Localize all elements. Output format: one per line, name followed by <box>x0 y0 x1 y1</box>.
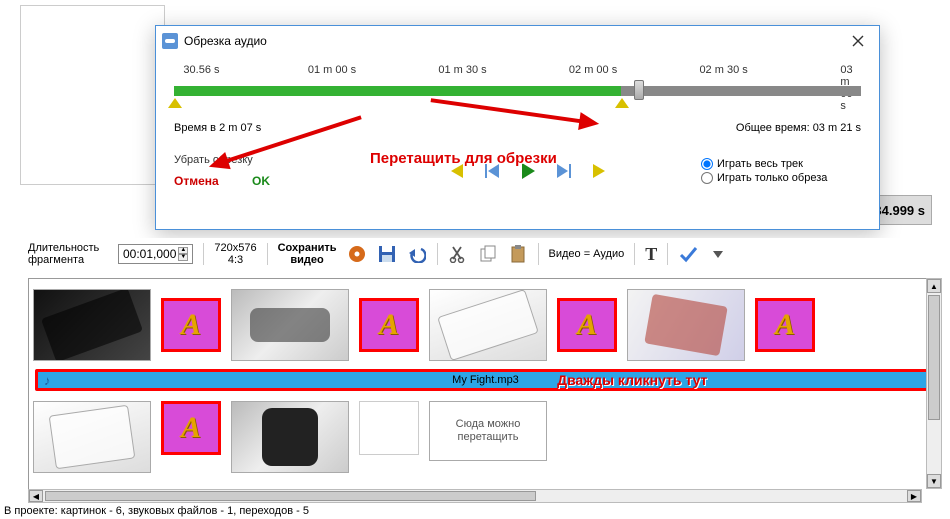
cancel-button[interactable]: Отмена <box>174 174 219 188</box>
ok-button[interactable]: OK <box>252 174 270 188</box>
radio-play-all-input[interactable] <box>701 158 713 170</box>
undo-icon <box>408 245 426 263</box>
transition-a-icon: A <box>577 308 597 342</box>
radio-play-all-label: Играть весь трек <box>717 158 803 170</box>
trim-end-icon <box>593 164 607 178</box>
annotation-drag: Перетащить для обрезки <box>370 150 557 167</box>
trim-end-handle[interactable] <box>615 98 629 108</box>
thumbnail-row: A A A A <box>29 279 942 365</box>
apply-icon <box>678 244 698 264</box>
scroll-right-button[interactable]: ▶ <box>907 490 921 502</box>
resolution-display[interactable]: 720x5764:3 <box>214 242 256 266</box>
separator <box>667 243 668 265</box>
next-button[interactable] <box>555 162 573 180</box>
image-thumbnail[interactable] <box>33 289 151 361</box>
close-button[interactable] <box>843 30 873 52</box>
scroll-up-button[interactable]: ▲ <box>927 279 941 293</box>
audio-filename: My Fight.mp3 <box>452 374 519 386</box>
audio-trim-dialog: Обрезка аудио 30.56 s 01 m 00 s 01 m 30 … <box>155 25 880 230</box>
cut-button[interactable] <box>448 244 468 264</box>
transition-thumbnail[interactable]: A <box>755 298 815 352</box>
tick-label: 01 m 00 s <box>308 64 356 76</box>
separator <box>203 243 204 265</box>
timeline-panel: A A A A ♪ My Fight.mp3 Дважды кликнуть т… <box>28 278 942 489</box>
duration-label: Длительность фрагмента <box>28 242 108 266</box>
time-ruler: 30.56 s 01 m 00 s 01 m 30 s 02 m 00 s 02… <box>174 64 861 80</box>
transition-thumbnail[interactable]: A <box>161 401 221 455</box>
scroll-thumb[interactable] <box>928 295 940 420</box>
transition-thumbnail[interactable]: A <box>161 298 221 352</box>
annotation-dblclick: Дважды кликнуть тут <box>557 372 707 388</box>
trim-track[interactable] <box>174 84 861 98</box>
scroll-thumb[interactable] <box>45 491 536 501</box>
vertical-scrollbar[interactable]: ▲ ▼ <box>926 278 942 489</box>
separator <box>634 243 635 265</box>
tick-label: 02 m 00 s <box>569 64 617 76</box>
video-audio-toggle[interactable]: Видео = Аудио <box>549 248 625 260</box>
scroll-down-button[interactable]: ▼ <box>927 474 941 488</box>
status-bar: В проекте: картинок - 6, звуковых файлов… <box>4 503 309 519</box>
image-thumbnail[interactable] <box>429 289 547 361</box>
copy-icon <box>479 245 497 263</box>
thumbnail-row-2: A Сюда можно перетащить <box>29 395 942 479</box>
copy-button[interactable] <box>478 244 498 264</box>
undo-button[interactable] <box>407 244 427 264</box>
duration-up[interactable]: ▲ <box>178 247 188 254</box>
apply-button[interactable] <box>678 244 698 264</box>
preview-panel <box>20 5 165 185</box>
tick-label: 01 m 30 s <box>438 64 486 76</box>
save-disk-icon <box>378 245 396 263</box>
transition-a-icon: A <box>181 411 201 445</box>
selection-time: Время в 2 m 07 s <box>174 122 261 134</box>
tick-label: 30.56 s <box>183 64 219 76</box>
jump-end-button[interactable] <box>591 162 609 180</box>
save-button[interactable] <box>377 244 397 264</box>
music-note-icon: ♪ <box>44 373 51 388</box>
text-button[interactable]: T <box>645 244 657 265</box>
dialog-titlebar[interactable]: Обрезка аудио <box>156 26 879 56</box>
horizontal-scrollbar[interactable]: ◀ ▶ <box>28 489 922 503</box>
next-icon <box>557 164 571 178</box>
duration-value: 00:01,000 <box>123 247 176 261</box>
transition-a-icon: A <box>181 308 201 342</box>
transition-thumbnail[interactable]: A <box>359 298 419 352</box>
radio-play-all[interactable]: Играть весь трек <box>701 158 861 170</box>
image-thumbnail[interactable] <box>231 289 349 361</box>
tick-label: 02 m 30 s <box>699 64 747 76</box>
image-thumbnail[interactable] <box>33 401 151 473</box>
dialog-title: Обрезка аудио <box>184 34 843 48</box>
track-selection <box>174 86 621 96</box>
scroll-left-button[interactable]: ◀ <box>29 490 43 502</box>
playhead[interactable] <box>634 80 644 100</box>
main-toolbar: Длительность фрагмента 00:01,000 ▲▼ 720x… <box>28 238 922 270</box>
burn-icon <box>348 245 366 263</box>
trim-start-handle[interactable] <box>168 98 182 108</box>
separator <box>437 243 438 265</box>
paste-icon <box>509 245 527 263</box>
save-video-button[interactable]: Сохранить видео <box>278 242 337 266</box>
image-thumbnail[interactable] <box>231 401 349 473</box>
paste-button[interactable] <box>508 244 528 264</box>
transition-thumbnail[interactable]: A <box>557 298 617 352</box>
chevron-down-icon <box>713 249 723 259</box>
burn-button[interactable] <box>347 244 367 264</box>
transition-a-icon: A <box>775 308 795 342</box>
cut-icon <box>449 245 467 263</box>
duration-down[interactable]: ▼ <box>178 254 188 261</box>
image-thumbnail[interactable] <box>627 289 745 361</box>
drop-target[interactable]: Сюда можно перетащить <box>429 401 547 461</box>
close-icon <box>852 35 864 47</box>
dropdown-button[interactable] <box>708 244 728 264</box>
transition-a-icon: A <box>379 308 399 342</box>
audio-track[interactable]: ♪ My Fight.mp3 Дважды кликнуть тут <box>35 369 936 391</box>
separator <box>538 243 539 265</box>
audio-icon <box>162 33 178 49</box>
radio-play-trim-label: Играть только обреза <box>717 172 827 184</box>
radio-play-trim-input[interactable] <box>701 172 713 184</box>
duration-input[interactable]: 00:01,000 ▲▼ <box>118 244 193 264</box>
total-time: Общее время: 03 m 21 s <box>736 122 861 134</box>
separator <box>267 243 268 265</box>
radio-play-trim[interactable]: Играть только обреза <box>701 172 861 184</box>
transition-empty[interactable] <box>359 401 419 455</box>
